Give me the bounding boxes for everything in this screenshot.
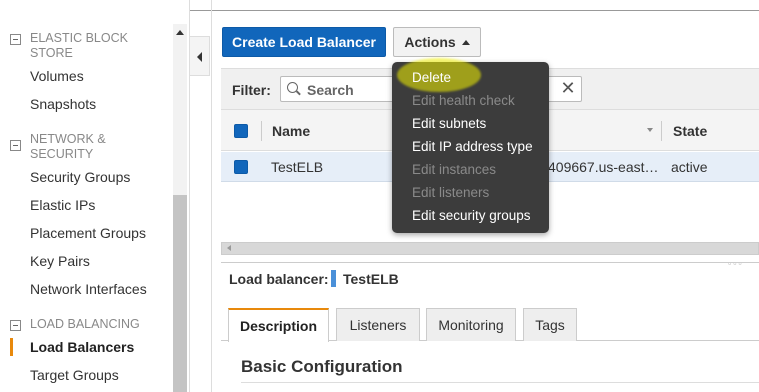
menu-item-edit-subnets[interactable]: Edit subnets bbox=[412, 116, 486, 131]
sidebar-item-target-groups[interactable]: Target Groups bbox=[30, 367, 119, 383]
section-label: LOAD BALANCING bbox=[30, 317, 140, 331]
sidebar-section-load-balancing[interactable]: LOAD BALANCING bbox=[10, 317, 140, 332]
collapse-left-icon[interactable] bbox=[190, 36, 210, 76]
sidebar-scrollbar-thumb[interactable] bbox=[173, 195, 187, 392]
active-indicator bbox=[10, 338, 13, 356]
scroll-left-icon[interactable] bbox=[227, 245, 231, 251]
horizontal-scrollbar[interactable] bbox=[221, 242, 759, 255]
section-label: SECURITY bbox=[30, 147, 94, 161]
column-separator bbox=[661, 121, 662, 141]
sidebar-section-network-security[interactable]: NETWORK & SECURITY bbox=[10, 132, 106, 162]
column-header-name[interactable]: Name bbox=[272, 123, 310, 139]
collapse-box-icon[interactable] bbox=[10, 140, 21, 151]
tab-description[interactable]: Description bbox=[228, 308, 329, 342]
scroll-up-icon[interactable] bbox=[176, 30, 184, 35]
section-label: ELASTIC BLOCK bbox=[30, 31, 128, 45]
divider bbox=[211, 0, 212, 392]
sidebar-section-ebs[interactable]: ELASTIC BLOCK STORE bbox=[10, 31, 128, 61]
collapse-box-icon[interactable] bbox=[10, 320, 21, 331]
caret-up-icon bbox=[461, 39, 470, 45]
cell-dns: 409667.us-east… bbox=[548, 159, 659, 175]
menu-item-delete[interactable]: Delete bbox=[412, 70, 451, 85]
tab-tags[interactable]: Tags bbox=[523, 308, 577, 341]
sidebar-item-elastic-ips[interactable]: Elastic IPs bbox=[30, 197, 95, 213]
detail-label: Load balancer: bbox=[229, 271, 329, 287]
detail-name: TestELB bbox=[343, 271, 399, 287]
section-title: Basic Configuration bbox=[241, 357, 403, 376]
create-load-balancer-button[interactable]: Create Load Balancer bbox=[222, 27, 386, 57]
sidebar: ELASTIC BLOCK STORE Volumes Snapshots NET… bbox=[0, 0, 190, 392]
sidebar-item-snapshots[interactable]: Snapshots bbox=[30, 96, 96, 112]
sidebar-item-network-interfaces[interactable]: Network Interfaces bbox=[30, 281, 147, 297]
row-checkbox[interactable] bbox=[234, 160, 248, 174]
column-separator bbox=[261, 121, 262, 141]
select-all-checkbox[interactable] bbox=[234, 124, 248, 138]
sidebar-item-volumes[interactable]: Volumes bbox=[30, 68, 84, 84]
section-label: NETWORK & bbox=[30, 132, 106, 146]
menu-item-edit-listeners: Edit listeners bbox=[412, 185, 490, 200]
tab-listeners[interactable]: Listeners bbox=[336, 308, 420, 341]
sidebar-item-placement-groups[interactable]: Placement Groups bbox=[30, 225, 146, 241]
menu-item-edit-security-groups[interactable]: Edit security groups bbox=[412, 208, 531, 223]
section-label: STORE bbox=[30, 46, 73, 60]
detail-divider bbox=[221, 262, 759, 263]
column-header-state[interactable]: State bbox=[673, 123, 707, 139]
actions-label: Actions bbox=[404, 34, 456, 50]
search-icon bbox=[287, 82, 298, 93]
filter-label: Filter: bbox=[232, 82, 271, 98]
menu-item-edit-health-check: Edit health check bbox=[412, 93, 515, 108]
menu-item-edit-ip-address-type[interactable]: Edit IP address type bbox=[412, 139, 533, 154]
cell-name: TestELB bbox=[271, 159, 324, 175]
clear-icon[interactable]: ✕ bbox=[559, 79, 577, 97]
collapse-box-icon[interactable] bbox=[10, 34, 21, 45]
resize-handle-icon[interactable]: ▫▫▫ bbox=[728, 258, 744, 268]
sidebar-item-security-groups[interactable]: Security Groups bbox=[30, 169, 130, 185]
section-rule bbox=[241, 382, 759, 383]
sort-icon[interactable] bbox=[647, 128, 653, 132]
sidebar-item-load-balancers[interactable]: Load Balancers bbox=[30, 339, 134, 355]
tab-monitoring[interactable]: Monitoring bbox=[426, 308, 516, 341]
menu-item-edit-instances: Edit instances bbox=[412, 162, 497, 177]
sidebar-item-key-pairs[interactable]: Key Pairs bbox=[30, 253, 90, 269]
detail-marker bbox=[331, 270, 336, 287]
actions-button[interactable]: Actions bbox=[393, 27, 481, 57]
search-placeholder: Search bbox=[307, 82, 354, 98]
cell-state: active bbox=[671, 159, 708, 175]
